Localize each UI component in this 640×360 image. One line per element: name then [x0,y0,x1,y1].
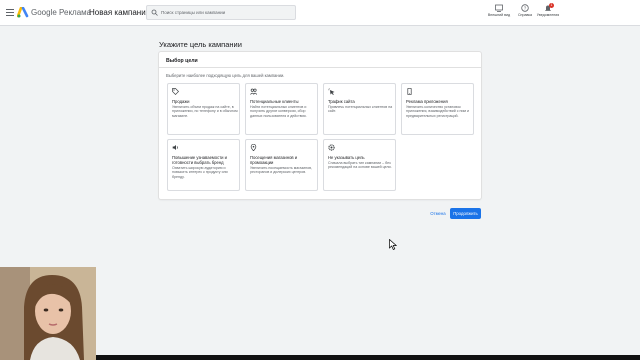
phone-icon [407,88,412,95]
help-icon: ? [521,4,529,12]
speaker-icon [172,145,178,150]
search-icon [151,9,158,16]
appearance-button[interactable]: Внешний вид [487,4,511,24]
video-bottom-bar [96,355,640,360]
settings-icon [328,144,335,151]
presenter-video [0,267,96,360]
notifications-label: Уведомления [536,13,560,17]
mouse-cursor-icon [389,239,397,250]
appearance-icon [495,4,503,12]
goal-card-title: Трафик сайта [328,99,355,104]
top-bar: Google Реклама Новая кампания Поиск стра… [0,0,640,26]
goal-card-title: Не указывать цель [328,155,365,160]
goal-card-description: Увеличить количество установок приложени… [406,105,470,118]
goal-card-title: Потенциальные клиенты [250,99,299,104]
brand-name: Google Реклама [31,8,92,17]
goal-card-description: Увеличить объем продаж на сайте, в прило… [172,105,238,118]
search-input[interactable]: Поиск страницы или кампании [146,5,296,20]
goal-card-app[interactable]: Реклама приложения Увеличить количество … [401,83,474,135]
location-pin-icon [250,144,257,151]
panel-subtitle: Выберите наиболее подходящую цель для ва… [166,73,285,78]
svg-text:?: ? [524,6,527,11]
goal-card-description: Привлечь потенциальных клиентов на сайт. [328,105,393,114]
goal-card-description: Охватить широкую аудиторию и повысить ин… [172,166,228,179]
cancel-button[interactable]: Отмена [427,209,449,219]
search-placeholder: Поиск страницы или кампании [161,9,226,15]
goal-card-sales[interactable]: Продажи Увеличить объем продаж на сайте,… [167,83,240,135]
goal-card-description: Увеличить посещаемость магазинов, рестор… [250,166,313,175]
goal-card-title: Реклама приложения [406,99,448,104]
menu-icon[interactable] [6,9,14,16]
cursor-click-icon [328,88,335,95]
help-label: Справка [517,13,533,17]
help-button[interactable]: ? Справка [513,4,537,24]
goal-card-no-goal[interactable]: Не указывать цель Сначала выбрать тип ка… [323,139,396,191]
appearance-label: Внешний вид [487,13,511,17]
notifications-button[interactable]: 1 Уведомления [536,3,560,24]
panel-divider [159,67,481,68]
tag-icon [172,88,179,95]
panel-title: Выбор цели [166,58,198,64]
people-icon [250,88,257,95]
continue-button[interactable]: Продолжить [450,208,481,219]
goal-card-description: Сначала выбрать тип кампании – без реком… [328,161,392,170]
webcam-overlay [0,267,96,360]
goal-card-title: Посещения магазинов и промоакции [250,155,298,165]
goal-card-title: Повышение узнаваемости и готовности выбр… [172,155,227,165]
goal-card-traffic[interactable]: Трафик сайта Привлечь потенциальных клие… [323,83,396,135]
google-ads-logo[interactable] [17,7,29,18]
goal-card-leads[interactable]: Потенциальные клиенты Найти потенциальны… [245,83,318,135]
goal-card-awareness[interactable]: Повышение узнаваемости и готовности выбр… [167,139,240,191]
goal-card-title: Продажи [172,99,190,104]
goal-heading: Укажите цель кампании [159,40,242,49]
goal-card-description: Найти потенциальных клиентов и получить … [250,105,307,118]
goal-panel: Выбор цели Выберите наиболее подходящую … [159,52,481,199]
page-title: Новая кампания [89,8,151,17]
notification-badge: 1 [549,3,554,8]
goal-card-store-visits[interactable]: Посещения магазинов и промоакции Увеличи… [245,139,318,191]
